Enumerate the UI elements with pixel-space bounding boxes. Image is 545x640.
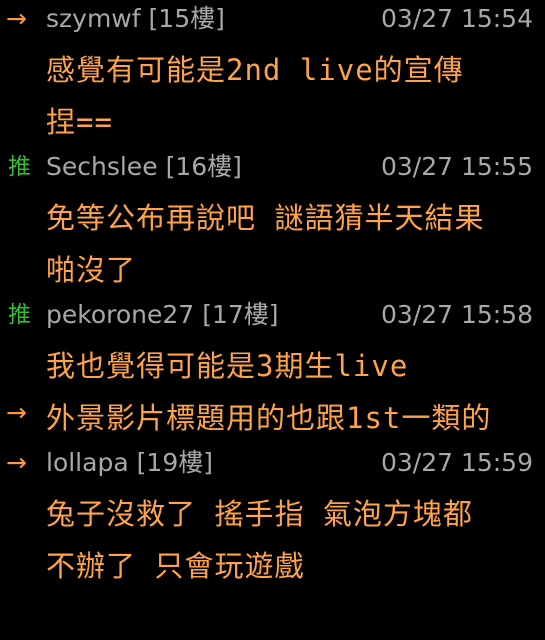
comment-time: 03/27 15:59 — [380, 448, 533, 477]
comment-line: 啪沒了 — [46, 253, 137, 287]
comment-user[interactable]: lollapa [19樓] — [46, 444, 213, 482]
floor-number: [15樓] — [148, 4, 225, 33]
comment-item: 推 pekorone27 [17樓] 03/27 15:58 我也覺得可能是3期生… — [0, 296, 545, 392]
comment-header: 推 Sechslee [16樓] 03/27 15:55 — [0, 148, 545, 192]
comment-time: 03/27 15:55 — [380, 152, 533, 181]
comment-header: 推 pekorone27 [17樓] 03/27 15:58 — [0, 296, 545, 340]
username[interactable]: Sechslee — [46, 152, 158, 181]
comment-line: 免等公布再說吧 謎語猜半天結果 — [46, 201, 485, 235]
comment-user[interactable]: pekorone27 [17樓] — [46, 296, 279, 334]
comment-item: 推 Sechslee [16樓] 03/27 15:55 免等公布再說吧 謎語猜半… — [0, 148, 545, 296]
comment-user[interactable]: Sechslee [16樓] — [46, 148, 242, 186]
comment-user[interactable]: szymwf [15樓] — [46, 0, 225, 38]
comment-line: 感覺有可能是2nd live的宣傳 — [46, 53, 464, 87]
comment-continuation: → 外景影片標題用的也跟1st一類的 — [0, 392, 545, 444]
username[interactable]: pekorone27 — [46, 300, 194, 329]
comment-line: 不辦了 只會玩遊戲 — [46, 549, 305, 583]
comment-line: 我也覺得可能是3期生live — [46, 349, 409, 383]
comment-item: → lollapa [19樓] 03/27 15:59 兔子沒救了 搖手指 氣泡方… — [0, 444, 545, 592]
comment-header: → szymwf [15樓] 03/27 15:54 — [0, 0, 545, 44]
comment-line: 兔子沒救了 搖手指 氣泡方塊都 — [46, 497, 473, 531]
floor-number: [17樓] — [202, 300, 279, 329]
comment-text: 兔子沒救了 搖手指 氣泡方塊都 不辦了 只會玩遊戲 — [46, 488, 536, 592]
comment-time: 03/27 15:58 — [380, 300, 533, 329]
comment-line: 捏== — [46, 105, 113, 139]
push-tag: 推 — [8, 302, 31, 328]
arrow-icon: → — [6, 4, 27, 33]
comment-time: 03/27 15:54 — [380, 4, 533, 33]
floor-number: [16樓] — [165, 152, 242, 181]
username[interactable]: lollapa — [46, 448, 129, 477]
comment-text: 免等公布再說吧 謎語猜半天結果 啪沒了 — [46, 192, 536, 296]
arrow-icon: → — [6, 448, 27, 477]
comment-thread: → szymwf [15樓] 03/27 15:54 感覺有可能是2nd live… — [0, 0, 545, 640]
username[interactable]: szymwf — [46, 4, 141, 33]
floor-number: [19樓] — [136, 448, 213, 477]
push-tag: 推 — [8, 154, 31, 180]
comment-text: 我也覺得可能是3期生live — [46, 340, 536, 392]
comment-item: → szymwf [15樓] 03/27 15:54 感覺有可能是2nd live… — [0, 0, 545, 148]
comment-text: 外景影片標題用的也跟1st一類的 — [46, 401, 492, 435]
arrow-icon: → — [6, 398, 27, 427]
comment-header: → lollapa [19樓] 03/27 15:59 — [0, 444, 545, 488]
comment-text: 感覺有可能是2nd live的宣傳 捏== — [46, 44, 536, 148]
